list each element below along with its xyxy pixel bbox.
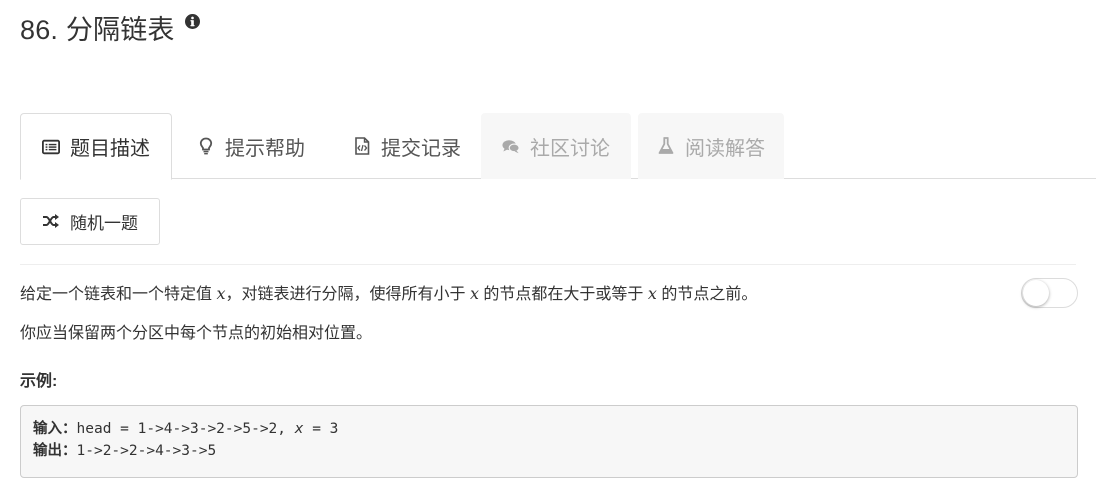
- toggle-switch[interactable]: [1021, 278, 1078, 308]
- tab-solution[interactable]: 阅读解答: [638, 113, 784, 179]
- example-label: 示例:: [20, 373, 58, 390]
- title-row: 86. 分隔链表: [20, 12, 200, 48]
- text-segment: ，对链表进行分隔，使得所有小于: [225, 286, 470, 303]
- info-circle-icon[interactable]: [184, 14, 200, 29]
- example-output-line: 输出：1->2->2->4->3->5: [33, 440, 1065, 462]
- tab-label: 提交记录: [381, 137, 461, 160]
- tab-label: 社区讨论: [530, 137, 610, 160]
- variable-x: x: [469, 284, 479, 303]
- description-note: 你应当保留两个分区中每个节点的初始相对位置。: [20, 325, 373, 342]
- divider: [20, 264, 1076, 265]
- flask-icon: [657, 137, 675, 155]
- colon: ：: [62, 443, 77, 459]
- toggle-knob: [1023, 280, 1049, 306]
- example-input-line: 输入：head = 1->4->3->2->5->2, x = 3: [33, 418, 1065, 440]
- text-segment: 的节点都在大于或等于: [478, 286, 648, 303]
- tab-description[interactable]: 题目描述: [20, 113, 172, 180]
- input-value: = 3: [303, 421, 339, 437]
- page-title: 86. 分隔链表: [20, 15, 175, 45]
- text-segment: 给定一个链表和一个特定值: [20, 286, 217, 303]
- text-segment: 的节点之前。: [656, 286, 758, 303]
- colon: ：: [62, 421, 77, 437]
- lightbulb-icon: [197, 137, 215, 155]
- random-button-label: 随机一题: [70, 214, 138, 233]
- tab-discussion[interactable]: 社区讨论: [481, 113, 631, 179]
- output-value: 1->2->2->4->3->5: [76, 443, 217, 459]
- random-question-button[interactable]: 随机一题: [20, 198, 160, 245]
- input-label: 输入: [33, 421, 62, 437]
- tab-hints[interactable]: 提示帮助: [176, 113, 326, 179]
- tab-label: 题目描述: [70, 138, 150, 160]
- code-file-icon: [353, 137, 371, 155]
- tab-submissions[interactable]: 提交记录: [332, 113, 482, 179]
- variable-x: x: [647, 284, 657, 303]
- output-label: 输出: [33, 443, 62, 459]
- tab-label: 阅读解答: [685, 137, 765, 160]
- tab-bar: 题目描述 提示帮助 提交记录 社区讨论 阅读解答: [20, 113, 1096, 180]
- comments-icon: [502, 137, 520, 155]
- description-paragraph: 给定一个链表和一个特定值 x，对链表进行分隔，使得所有小于 x 的节点都在大于或…: [20, 282, 757, 307]
- example-code-block: 输入：head = 1->4->3->2->5->2, x = 3 输出：1->…: [20, 405, 1078, 478]
- tab-label: 提示帮助: [225, 137, 305, 160]
- shuffle-icon: [42, 213, 60, 231]
- input-value: head = 1->4->3->2->5->2,: [76, 421, 295, 437]
- list-icon: [42, 138, 60, 156]
